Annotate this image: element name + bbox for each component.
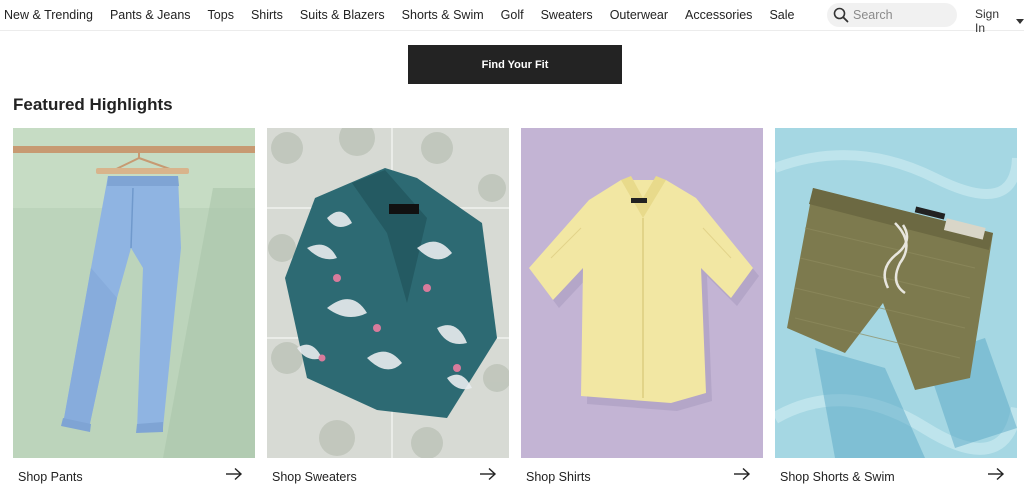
nav-item-shorts-swim[interactable]: Shorts & Swim bbox=[402, 8, 484, 22]
pants-image[interactable] bbox=[13, 128, 255, 458]
featured-card-shirts[interactable]: Shop Shirts bbox=[521, 128, 763, 486]
nav-item-shirts[interactable]: Shirts bbox=[251, 8, 283, 22]
sign-in-label: Sign In bbox=[975, 7, 1000, 35]
search-input[interactable] bbox=[853, 8, 943, 22]
nav-item-golf[interactable]: Golf bbox=[501, 8, 524, 22]
nav-item-new-trending[interactable]: New & Trending bbox=[4, 8, 93, 22]
nav-menu: New & Trending Pants & Jeans Tops Shirts… bbox=[4, 0, 794, 30]
arrow-right-icon[interactable] bbox=[225, 467, 243, 481]
shorts-swim-image[interactable] bbox=[775, 128, 1017, 458]
nav-item-outerwear[interactable]: Outerwear bbox=[610, 8, 668, 22]
nav-item-sale[interactable]: Sale bbox=[769, 8, 794, 22]
arrow-right-icon[interactable] bbox=[733, 467, 751, 481]
find-your-fit-button[interactable]: Find Your Fit bbox=[408, 45, 622, 84]
card-label[interactable]: Shop Pants bbox=[18, 470, 83, 484]
nav-item-pants-jeans[interactable]: Pants & Jeans bbox=[110, 8, 191, 22]
nav-item-sweaters[interactable]: Sweaters bbox=[541, 8, 593, 22]
nav-item-accessories[interactable]: Accessories bbox=[685, 8, 752, 22]
arrow-right-icon[interactable] bbox=[987, 467, 1005, 481]
card-label[interactable]: Shop Shorts & Swim bbox=[780, 470, 895, 484]
card-label[interactable]: Shop Sweaters bbox=[272, 470, 357, 484]
caret-down-icon bbox=[1016, 19, 1024, 24]
card-label[interactable]: Shop Shirts bbox=[526, 470, 591, 484]
featured-highlights-heading: Featured Highlights bbox=[13, 95, 173, 114]
shirts-image[interactable] bbox=[521, 128, 763, 458]
search-icon[interactable] bbox=[832, 6, 850, 24]
sweaters-image[interactable] bbox=[267, 128, 509, 458]
arrow-right-icon[interactable] bbox=[479, 467, 497, 481]
nav-item-suits-blazers[interactable]: Suits & Blazers bbox=[300, 8, 385, 22]
search-box[interactable] bbox=[827, 3, 957, 27]
top-nav: New & Trending Pants & Jeans Tops Shirts… bbox=[0, 0, 1024, 35]
featured-card-sweaters[interactable]: Shop Sweaters bbox=[267, 128, 509, 486]
featured-card-pants[interactable]: Shop Pants bbox=[13, 128, 255, 486]
nav-item-tops[interactable]: Tops bbox=[208, 8, 234, 22]
featured-card-shorts-swim[interactable]: Shop Shorts & Swim bbox=[775, 128, 1017, 486]
sign-in-menu[interactable]: Sign In bbox=[975, 7, 1024, 35]
